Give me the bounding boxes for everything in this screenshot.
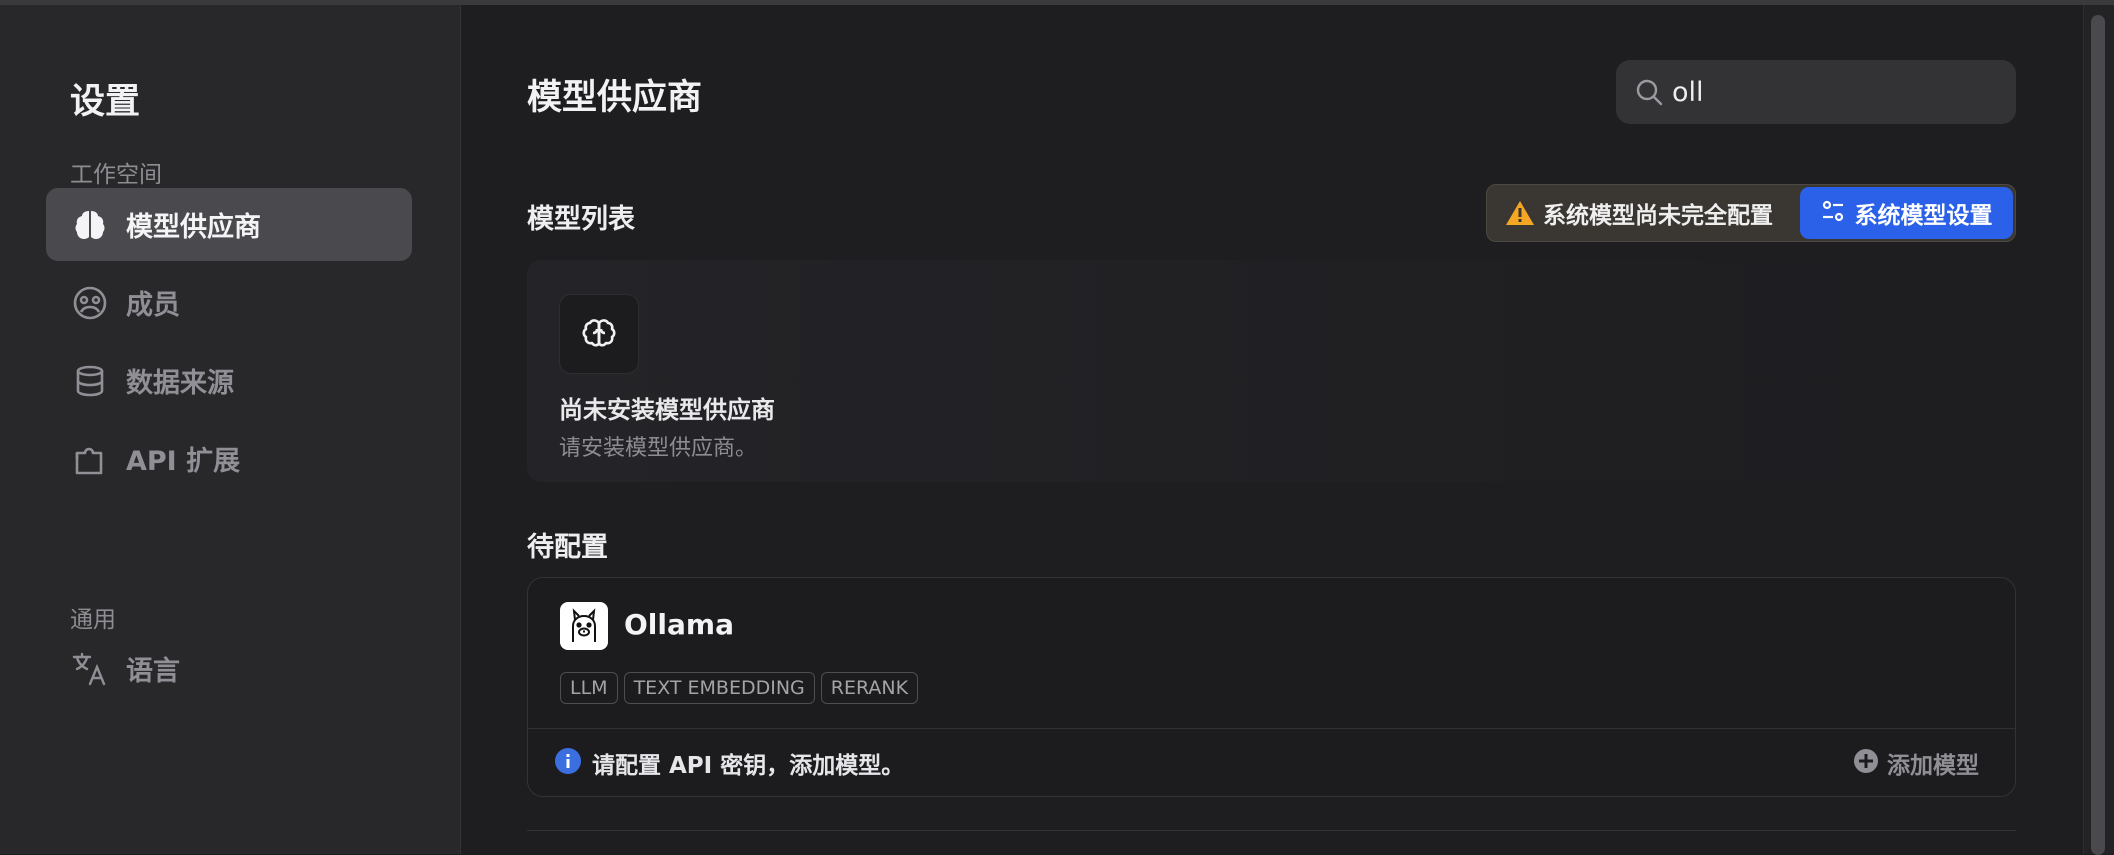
sliders-icon <box>1821 199 1845 227</box>
brain-icon <box>70 205 110 245</box>
database-icon <box>70 361 110 401</box>
sidebar-item-label: 语言 <box>126 656 180 687</box>
card-divider <box>528 728 2015 729</box>
sidebar-item-members[interactable]: 成员 <box>46 266 412 339</box>
section-general: 通用 <box>70 607 116 633</box>
system-model-status: 系统模型尚未完全配置 系统模型设置 <box>1486 184 2016 242</box>
sidebar-item-language[interactable]: 语言 <box>46 632 412 705</box>
sidebar-item-api-extension[interactable]: API 扩展 <box>46 422 412 495</box>
puzzle-icon <box>70 439 110 479</box>
provider-info: 请配置 API 密钥，添加模型。 <box>554 746 904 780</box>
search-box[interactable]: oll <box>1616 60 2016 124</box>
tag-llm: LLM <box>560 672 618 704</box>
provider-name: Ollama <box>624 608 734 641</box>
sidebar-item-label: 模型供应商 <box>126 212 261 243</box>
tag-rerank: RERANK <box>820 672 919 704</box>
sidebar-item-label: API 扩展 <box>126 446 241 477</box>
plus-circle-icon <box>1853 748 1879 778</box>
system-model-settings-button[interactable]: 系统模型设置 <box>1800 187 2013 239</box>
button-label: 系统模型设置 <box>1854 203 1993 229</box>
tag-text-embedding: TEXT EMBEDDING <box>623 672 815 704</box>
translate-icon <box>70 649 110 689</box>
search-input[interactable]: oll <box>1672 77 1704 108</box>
empty-providers-card: 尚未安装模型供应商 请安装模型供应商。 <box>527 260 2016 482</box>
search-icon <box>1634 77 1664 107</box>
model-list-title: 模型列表 <box>527 204 635 235</box>
warning-icon <box>1505 199 1535 227</box>
page-title: 模型供应商 <box>527 78 703 118</box>
info-icon <box>554 747 582 779</box>
sidebar-item-model-providers[interactable]: 模型供应商 <box>46 188 412 261</box>
provider-card-ollama[interactable]: Ollama LLM TEXT EMBEDDING RERANK 请配置 API… <box>527 577 2016 797</box>
section-divider <box>527 830 2016 831</box>
scrollbar-thumb[interactable] <box>2091 15 2105 855</box>
brain-outline-icon <box>559 294 639 374</box>
sidebar-title: 设置 <box>70 82 141 122</box>
info-text: 请配置 API 密钥，添加模型。 <box>592 753 905 779</box>
sidebar-item-label: 成员 <box>126 290 180 321</box>
sidebar-item-label: 数据来源 <box>126 368 234 399</box>
empty-description: 请安装模型供应商。 <box>559 436 758 461</box>
add-model-button[interactable]: 添加模型 <box>1853 746 1979 780</box>
section-workspace: 工作空间 <box>70 162 162 188</box>
main-content: 模型供应商 oll 模型列表 系统模型尚未完全配置 系统模型设置 尚未安装模型供… <box>461 5 2083 854</box>
add-model-label: 添加模型 <box>1887 753 1979 779</box>
scrollbar[interactable] <box>2083 5 2114 855</box>
warning-text: 系统模型尚未完全配置 <box>1543 203 1773 229</box>
members-icon <box>70 283 110 323</box>
empty-title: 尚未安装模型供应商 <box>559 396 775 424</box>
sidebar-item-data-sources[interactable]: 数据来源 <box>46 344 412 417</box>
pending-title: 待配置 <box>527 532 608 563</box>
ollama-logo-icon <box>560 602 608 650</box>
provider-tags: LLM TEXT EMBEDDING RERANK <box>560 672 924 704</box>
settings-sidebar: 设置 工作空间 模型供应商 成员 数据来源 API 扩展 通用 语言 <box>0 5 461 854</box>
